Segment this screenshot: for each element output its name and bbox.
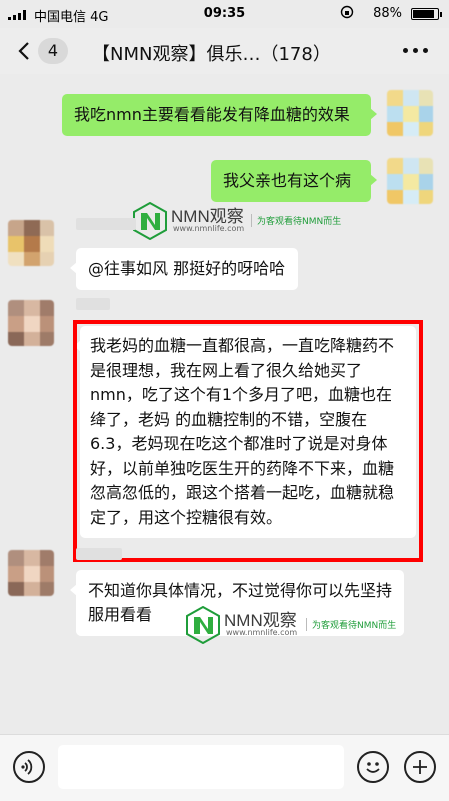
avatar[interactable] xyxy=(387,90,433,136)
watermark-slogan: 为客观看待NMN而生 xyxy=(306,618,396,631)
voice-icon[interactable] xyxy=(13,751,45,783)
message-bubble-outgoing[interactable]: 我吃nmn主要看看能发有降血糖的效果 xyxy=(62,94,377,136)
sender-name xyxy=(76,218,136,230)
message-bubble-incoming[interactable]: @往事如风 那挺好的呀哈哈 xyxy=(70,248,298,290)
highlight-frame xyxy=(73,320,423,562)
message-input[interactable] xyxy=(58,745,344,789)
message-text: 我吃nmn主要看看能发有降血糖的效果 xyxy=(74,105,350,124)
message-bubble-outgoing[interactable]: 我父亲也有这个病 xyxy=(211,160,377,202)
watermark-url: www.nmnlife.com xyxy=(226,628,298,637)
watermark: NMN观察 www.nmnlife.com 为客观看待NMN而生 xyxy=(186,606,446,646)
avatar[interactable] xyxy=(387,158,433,204)
message-text: 我父亲也有这个病 xyxy=(223,171,352,190)
chat-header: 4 【NMN观察】俱乐…（178） xyxy=(0,28,449,74)
watermark: NMN观察 www.nmnlife.com 为客观看待NMN而生 xyxy=(133,202,433,242)
watermark-slogan: 为客观看待NMN而生 xyxy=(251,214,341,227)
unread-count-badge[interactable]: 4 xyxy=(38,38,68,64)
avatar[interactable] xyxy=(8,220,54,266)
chat-title: 【NMN观察】俱乐…（178） xyxy=(92,44,331,65)
nmn-logo-icon xyxy=(186,606,220,644)
nmn-logo-icon xyxy=(133,202,167,240)
avatar[interactable] xyxy=(8,300,54,346)
watermark-url: www.nmnlife.com xyxy=(173,224,245,233)
chevron-left-icon[interactable] xyxy=(14,40,36,62)
message-text: @往事如风 那挺好的呀哈哈 xyxy=(88,259,286,278)
emoji-icon[interactable] xyxy=(357,751,389,783)
message-list[interactable]: 我吃nmn主要看看能发有降血糖的效果 我父亲也有这个病 NMN观察 www.nm… xyxy=(0,74,449,734)
plus-icon[interactable] xyxy=(404,751,436,783)
status-bar: 中国电信 4G 09:35 88% xyxy=(0,0,449,28)
sender-name xyxy=(76,298,110,310)
avatar[interactable] xyxy=(8,550,54,596)
more-dots-icon[interactable] xyxy=(403,42,429,58)
sender-name xyxy=(76,548,122,560)
input-bar xyxy=(0,734,449,801)
rotation-lock-icon xyxy=(340,5,354,19)
battery-percent: 88% xyxy=(373,6,402,21)
battery-icon xyxy=(411,8,442,20)
